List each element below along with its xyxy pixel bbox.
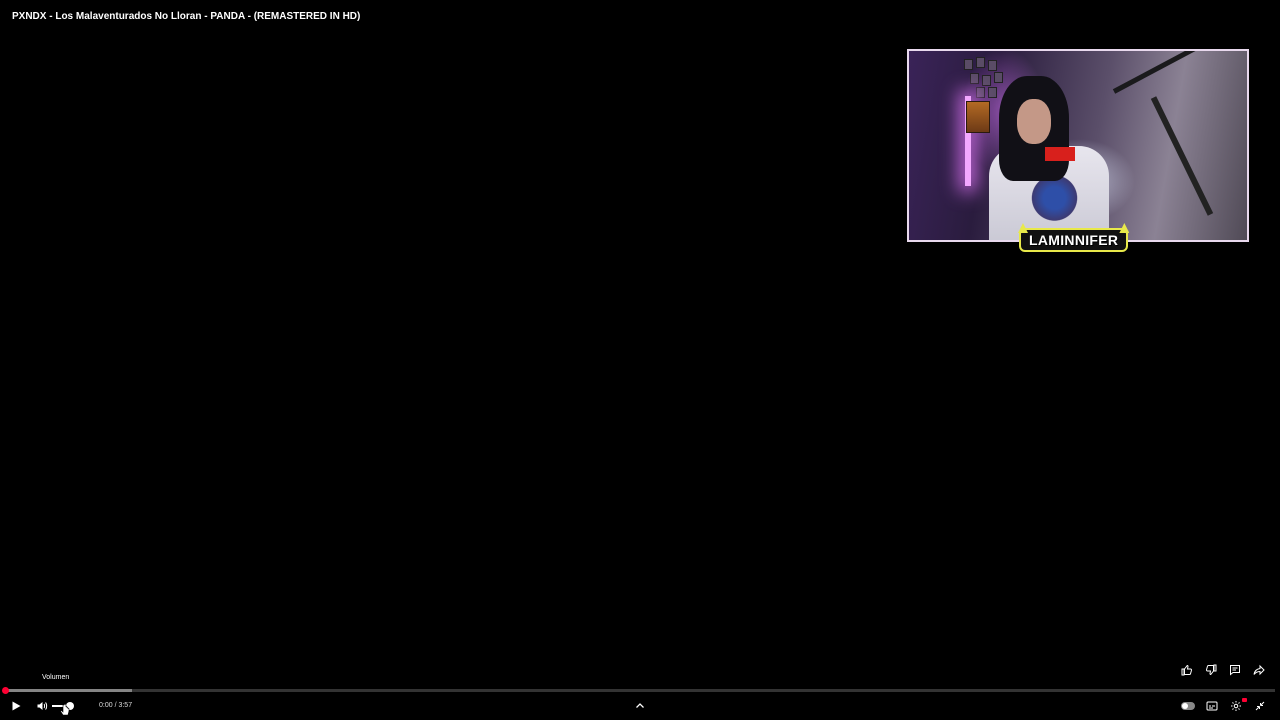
mouse-cursor-icon: [60, 704, 70, 716]
exit-fullscreen-button[interactable]: [1253, 698, 1267, 714]
like-icon: [1181, 664, 1193, 676]
dislike-button[interactable]: [1202, 663, 1220, 677]
comments-icon: [1230, 665, 1240, 676]
chevron-up-icon: [636, 703, 644, 708]
play-button[interactable]: [10, 698, 22, 714]
player-controls: 0:00 / 3:57: [0, 698, 1280, 716]
settings-button[interactable]: [1229, 698, 1243, 714]
volume-tooltip: Volumen: [42, 674, 70, 681]
subtitles-button[interactable]: [1205, 698, 1219, 714]
webcam-overlay: [907, 49, 1249, 242]
volume-icon: [37, 702, 48, 710]
autoplay-toggle[interactable]: [1181, 702, 1195, 710]
action-buttons: [1178, 663, 1268, 677]
buffered-bar: [5, 689, 132, 692]
share-icon: [1253, 664, 1265, 676]
mic-stand: [1150, 96, 1214, 216]
hd-badge: [1242, 698, 1247, 702]
play-icon: [12, 701, 21, 711]
wall-poster: [966, 101, 990, 133]
autoplay-toggle-knob: [1182, 703, 1188, 709]
time-display: 0:00 / 3:57: [99, 702, 133, 709]
gear-icon: [1231, 701, 1241, 711]
streamer-name: LAMINNIFER: [1029, 232, 1119, 248]
comments-button[interactable]: [1226, 663, 1244, 677]
share-button[interactable]: [1250, 663, 1268, 677]
progress-bar[interactable]: [2, 687, 1275, 694]
dislike-icon: [1205, 664, 1217, 676]
video-title: PXNDX - Los Malaventurados No Lloran - P…: [12, 11, 361, 22]
more-videos-button[interactable]: [634, 698, 646, 714]
streamer-nameplate: LAMINNIFER: [1018, 223, 1130, 252]
exit-fullscreen-icon: [1255, 701, 1265, 711]
subtitles-icon: [1206, 701, 1218, 711]
like-button[interactable]: [1178, 663, 1196, 677]
mute-button[interactable]: [35, 698, 49, 714]
person-face: [1017, 99, 1051, 144]
microphone: [1045, 147, 1075, 161]
mic-arm: [1112, 51, 1230, 94]
scrubber-handle[interactable]: [2, 687, 9, 694]
